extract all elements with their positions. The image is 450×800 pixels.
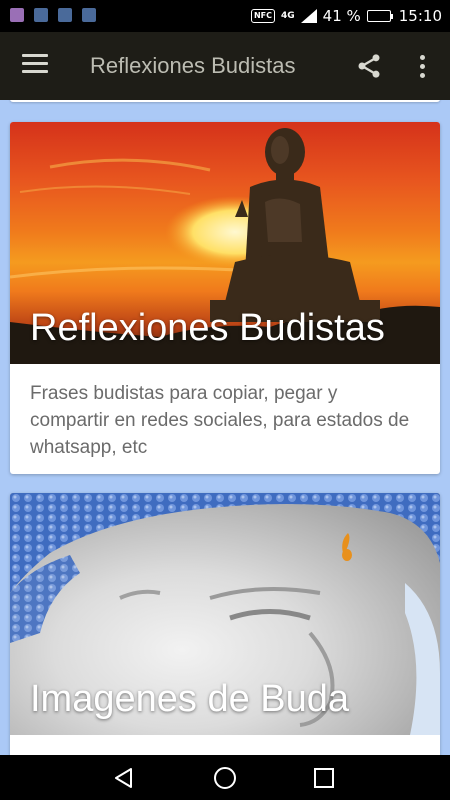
buddha-face-image: Imagenes de Buda xyxy=(10,493,440,735)
battery-percent: 41 % xyxy=(322,7,361,25)
card-previous-edge xyxy=(10,100,440,102)
menu-icon[interactable] xyxy=(22,54,48,78)
card-reflexiones[interactable]: Reflexiones Budistas Frases budistas par… xyxy=(10,122,440,474)
network-type: 4G xyxy=(281,11,295,21)
notification-icon xyxy=(58,8,72,22)
card-imagenes[interactable]: Imagenes de Buda xyxy=(10,493,440,755)
buddha-sunset-image: Reflexiones Budistas xyxy=(10,122,440,364)
back-icon[interactable] xyxy=(111,765,137,791)
more-vert-icon[interactable] xyxy=(412,52,432,80)
card-description: Frases budistas para copiar, pegar y com… xyxy=(30,383,410,458)
card-title: Reflexiones Budistas xyxy=(30,307,385,349)
status-bar: NFC 4G 41 % 15:10 xyxy=(0,0,450,32)
app-bar: Reflexiones Budistas xyxy=(0,32,450,100)
navigation-bar xyxy=(0,755,450,800)
notification-icon xyxy=(82,8,96,22)
signal-icon xyxy=(300,9,317,23)
share-icon[interactable] xyxy=(355,52,383,80)
recents-icon[interactable] xyxy=(311,765,337,791)
notification-icon xyxy=(10,8,24,22)
nfc-icon: NFC xyxy=(250,9,275,23)
notification-icon xyxy=(34,8,48,22)
battery-icon xyxy=(366,10,393,22)
home-icon[interactable] xyxy=(212,765,238,791)
card-list[interactable]: Reflexiones Budistas Frases budistas par… xyxy=(0,100,450,755)
app-title: Reflexiones Budistas xyxy=(90,53,296,78)
clock: 15:10 xyxy=(398,7,442,25)
card-title: Imagenes de Buda xyxy=(30,678,350,720)
